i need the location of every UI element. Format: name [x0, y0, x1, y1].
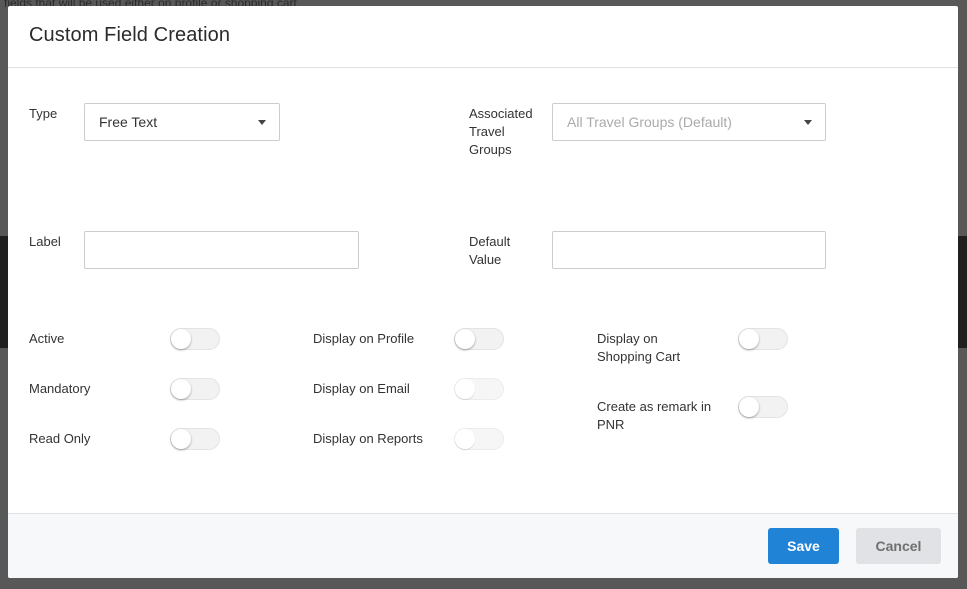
pnr-remark-toggle[interactable] [738, 396, 788, 418]
type-select-value: Free Text [99, 114, 158, 130]
active-label: Active [29, 331, 65, 346]
display-profile-toggle[interactable] [454, 328, 504, 350]
pnr-remark-label: Create as remark in PNR [597, 399, 712, 432]
mandatory-label: Mandatory [29, 381, 91, 396]
toggle-knob [455, 329, 475, 349]
toggle-knob [455, 379, 475, 399]
toggle-knob [455, 429, 475, 449]
read-only-toggle[interactable] [170, 428, 220, 450]
travel-groups-placeholder: All Travel Groups (Default) [567, 114, 732, 130]
modal-title: Custom Field Creation [29, 24, 231, 46]
display-reports-label: Display on Reports [313, 431, 423, 446]
default-value-input[interactable] [552, 231, 826, 269]
custom-field-modal: Custom Field Creation Type Free Text Ass… [8, 6, 958, 578]
display-reports-toggle[interactable] [454, 428, 504, 450]
type-label: Type [29, 106, 58, 121]
read-only-label: Read Only [29, 431, 91, 446]
modal-header: Custom Field Creation [8, 6, 958, 68]
mandatory-toggle[interactable] [170, 378, 220, 400]
default-value-label: Default Value [469, 234, 511, 267]
modal-footer: Save Cancel [8, 513, 958, 578]
travel-groups-select[interactable]: All Travel Groups (Default) [552, 103, 826, 141]
toggle-knob [739, 397, 759, 417]
modal-body: Type Free Text Associated Travel Groups … [8, 68, 958, 513]
groups-label: Associated Travel Groups [469, 106, 533, 157]
toggle-knob [739, 329, 759, 349]
chevron-down-icon [804, 120, 812, 125]
toggle-knob [171, 429, 191, 449]
display-cart-toggle[interactable] [738, 328, 788, 350]
toggle-knob [171, 379, 191, 399]
cancel-button[interactable]: Cancel [856, 528, 941, 564]
save-button[interactable]: Save [768, 528, 839, 564]
label-input[interactable] [84, 231, 359, 269]
display-email-label: Display on Email [313, 381, 410, 396]
display-profile-label: Display on Profile [313, 331, 415, 346]
label-field-label: Label [29, 234, 61, 249]
display-cart-label: Display on Shopping Cart [597, 331, 681, 364]
active-toggle[interactable] [170, 328, 220, 350]
display-email-toggle[interactable] [454, 378, 504, 400]
type-select[interactable]: Free Text [84, 103, 280, 141]
toggle-knob [171, 329, 191, 349]
chevron-down-icon [258, 120, 266, 125]
